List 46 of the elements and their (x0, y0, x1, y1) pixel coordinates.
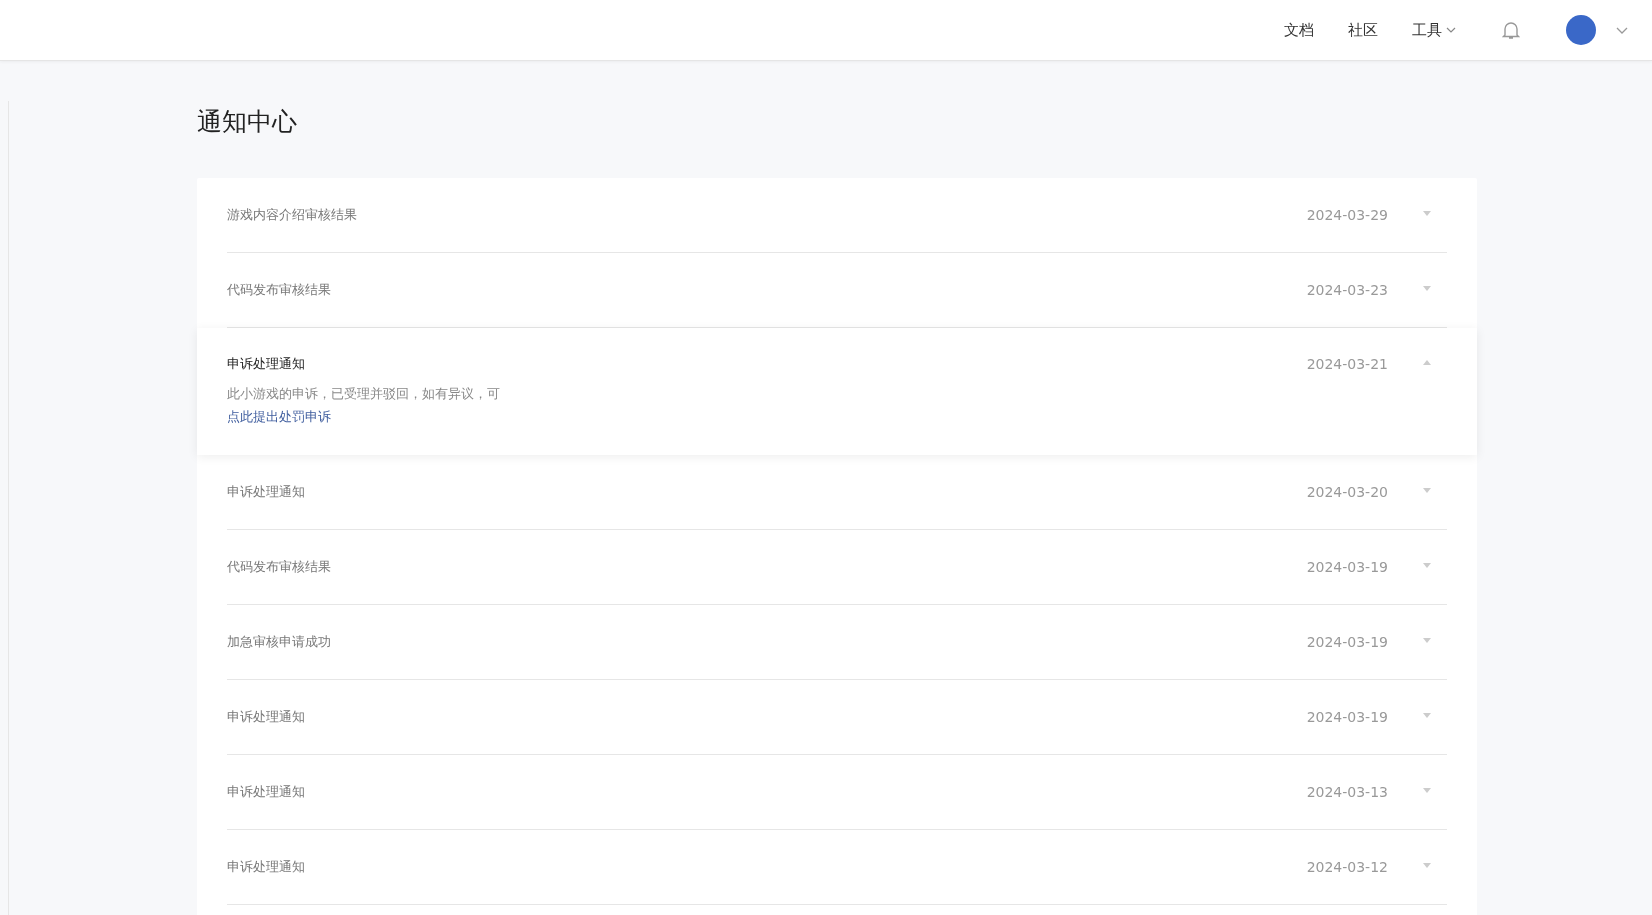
notification-title: 申诉处理通知 (227, 783, 306, 801)
notification-title: 申诉处理通知 (227, 483, 306, 501)
caret-down-icon (1423, 787, 1431, 793)
notification-row[interactable]: 游戏内容介绍审核结果 2024-03-29 (227, 178, 1447, 253)
notification-date: 2024-03-20 (1306, 484, 1388, 500)
caret-down-icon (1423, 487, 1431, 493)
caret-down-icon (1423, 637, 1431, 643)
notification-row[interactable]: 代码发布审核结果 2024-03-23 (227, 253, 1447, 328)
notification-bell-icon[interactable] (1502, 20, 1520, 40)
avatar-photo-placeholder[interactable] (1566, 15, 1596, 45)
nav-link[interactable]: 文档 (1284, 20, 1314, 40)
caret-down-icon (1423, 210, 1431, 216)
caret-up-icon (1423, 359, 1431, 365)
notification-date: 2024-03-19 (1306, 709, 1388, 725)
notification-row[interactable]: 代码发布审核结果 2024-03-19 (227, 530, 1447, 605)
notification-row[interactable]: 申诉处理通知 2024-03-12 (227, 830, 1447, 905)
chevron-down-icon (1446, 27, 1456, 33)
notification-date: 2024-03-29 (1306, 207, 1388, 223)
notification-title: 加急审核申请成功 (227, 633, 332, 651)
notification-title: 游戏内容介绍审核结果 (227, 206, 358, 224)
notification-date: 2024-03-19 (1306, 634, 1388, 650)
notification-title: 申诉处理通知 (227, 708, 306, 726)
chevron-down-icon[interactable] (1616, 26, 1628, 34)
notification-message: 此小游戏的申诉，已受理并驳回，如有异议，可 (227, 385, 501, 403)
notification-title: 代码发布审核结果 (227, 281, 332, 299)
caret-down-icon (1423, 285, 1431, 291)
notification-row[interactable]: 申诉处理通知 2024-03-20 (227, 455, 1447, 530)
notification-date: 2024-03-23 (1306, 282, 1388, 298)
caret-down-icon (1423, 562, 1431, 568)
notification-title: 申诉处理通知 (227, 355, 306, 373)
notification-row[interactable]: 申诉处理通知 2024-03-13 (227, 755, 1447, 830)
caret-down-icon (1423, 712, 1431, 718)
nav-link[interactable]: 社区 (1348, 20, 1378, 40)
notification-row[interactable]: 申诉处理通知 2024-03-21 此小游戏的申诉，已受理并驳回，如有异议，可 点此提出处罚申诉 (197, 328, 1477, 455)
nav-link[interactable]: 工具 (1412, 20, 1456, 40)
notification-row[interactable]: 申诉处理通知 2024-03-19 (227, 680, 1447, 755)
page-title: 通知中心 (197, 106, 298, 138)
notification-date: 2024-03-21 (1306, 356, 1388, 372)
caret-down-icon (1423, 862, 1431, 868)
appeal-link[interactable]: 点此提出处罚申诉 (227, 409, 331, 424)
notification-date: 2024-03-13 (1306, 784, 1388, 800)
notification-date: 2024-03-12 (1306, 859, 1388, 875)
notification-title: 代码发布审核结果 (227, 558, 332, 576)
notification-row[interactable]: 加急审核申请成功 2024-03-19 (227, 605, 1447, 680)
notification-date: 2024-03-19 (1306, 559, 1388, 575)
notification-title: 申诉处理通知 (227, 858, 306, 876)
